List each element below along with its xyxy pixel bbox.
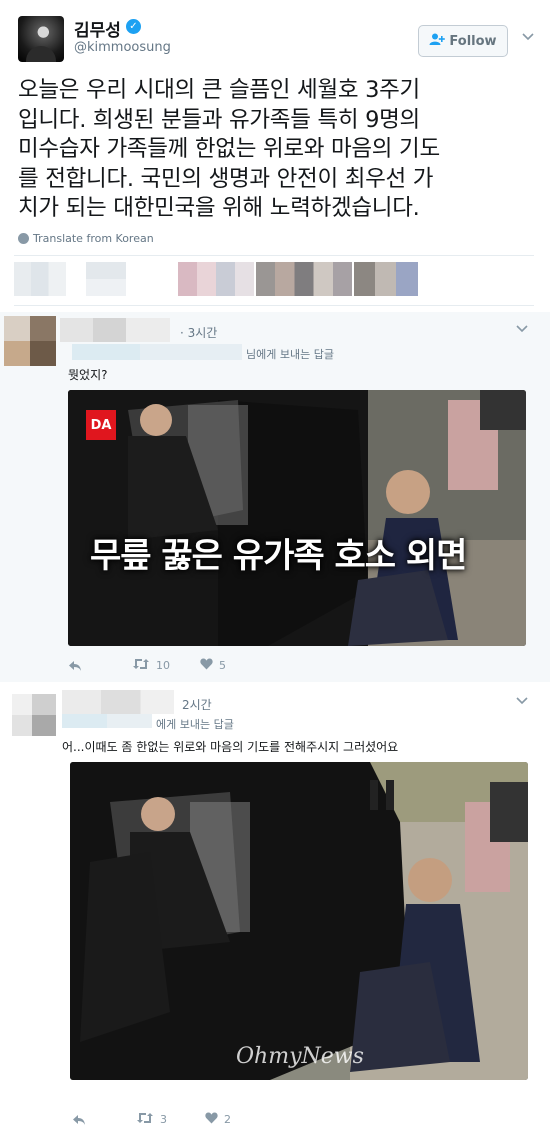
verified-badge-icon: ✓ (126, 19, 141, 34)
tweet-text-line: 를 전합니다. 국민의 생명과 안전이 최우선 가 (18, 165, 434, 192)
blurred-username (60, 318, 170, 342)
tweet-actions: 10 5 (68, 658, 226, 673)
tweet-text-line: 오늘은 우리 시대의 큰 슬픔인 세월호 3주기 (18, 77, 420, 103)
follow-button[interactable]: Follow (418, 25, 508, 57)
author-avatar[interactable] (18, 16, 64, 62)
author-name[interactable]: 김무성 (74, 16, 121, 41)
reply-timestamp[interactable]: 2시간 (182, 696, 212, 713)
follow-label: Follow (449, 33, 497, 49)
chevron-down-icon[interactable] (516, 322, 528, 336)
reply-icon[interactable] (72, 1114, 86, 1126)
retweet-count: 3 (160, 1113, 167, 1126)
heart-icon (205, 1112, 218, 1127)
tweet-text-line: 치가 되는 대한민국을 위해 노력하겠습니다. (18, 195, 420, 221)
car-scene-image (70, 762, 528, 1080)
reply-icon[interactable] (68, 660, 82, 672)
translate-label: Translate from Korean (33, 232, 154, 245)
globe-icon (18, 233, 29, 244)
image-headline: 무릎 꿇은 유가족 호소 외면 (90, 536, 467, 576)
tweet-text: 오늘은 우리 시대의 큰 슬픔인 세월호 3주기 입니다. 희생된 분들과 유가… (18, 76, 538, 224)
blurred-username (62, 690, 174, 714)
reply-timestamp[interactable]: · 3시간 (180, 324, 217, 341)
tweet-header: 김무성 ✓ @kimmoosung Follow (0, 0, 550, 70)
retweet-icon (132, 658, 150, 673)
media-logo: DA (86, 410, 116, 440)
avatar[interactable] (4, 316, 56, 366)
tweet-stats-pixelated (14, 260, 534, 300)
blurred-reply-target[interactable] (62, 714, 152, 728)
translate-link[interactable]: Translate from Korean (18, 232, 154, 245)
like-count: 2 (224, 1113, 231, 1126)
heart-icon (200, 658, 213, 673)
tweet-text-line: 미수습자 가족들께 한없는 위로와 마음의 기도 (18, 136, 440, 162)
reply-to-label: 에게 보내는 답글 (156, 718, 234, 731)
divider (14, 255, 534, 256)
reply-tweet[interactable]: · 3시간 님에게 보내는 답글 뭣었지? DA 무릎 꿇은 유가족 호소 외면 (0, 312, 550, 682)
retweet-button[interactable]: 3 (136, 1112, 167, 1127)
reply-image[interactable]: DA 무릎 꿇은 유가족 호소 외면 (68, 390, 526, 646)
retweet-count: 10 (156, 659, 170, 672)
retweet-icon (136, 1112, 154, 1127)
tweet-text-line: 입니다. 희생된 분들과 유가족들 특히 9명의 (18, 106, 420, 133)
like-button[interactable]: 2 (205, 1112, 231, 1127)
like-button[interactable]: 5 (200, 658, 226, 673)
reply-tweet[interactable]: 2시간 에게 보내는 답글 어...이때도 좀 한없는 위로와 마음의 기도를 … (0, 684, 550, 1131)
author-handle[interactable]: @kimmoosung (74, 40, 171, 55)
reply-text: 뭣었지? (68, 368, 108, 382)
blurred-reply-target[interactable] (72, 344, 242, 360)
reply-to-label: 님에게 보내는 답글 (246, 348, 334, 361)
car-scene-image (68, 390, 526, 646)
reply-text: 어...이때도 좀 한없는 위로와 마음의 기도를 전해주시지 그러셨어요 (62, 740, 399, 754)
chevron-down-icon[interactable] (516, 694, 528, 708)
reply-image[interactable]: OhmyNews (70, 762, 528, 1080)
chevron-down-icon[interactable] (522, 30, 534, 45)
tweet-actions: 3 2 (72, 1112, 231, 1127)
divider (14, 305, 534, 306)
image-watermark: OhmyNews (236, 1044, 364, 1069)
add-user-icon (429, 33, 446, 49)
like-count: 5 (219, 659, 226, 672)
avatar[interactable] (12, 694, 56, 736)
retweet-button[interactable]: 10 (132, 658, 170, 673)
